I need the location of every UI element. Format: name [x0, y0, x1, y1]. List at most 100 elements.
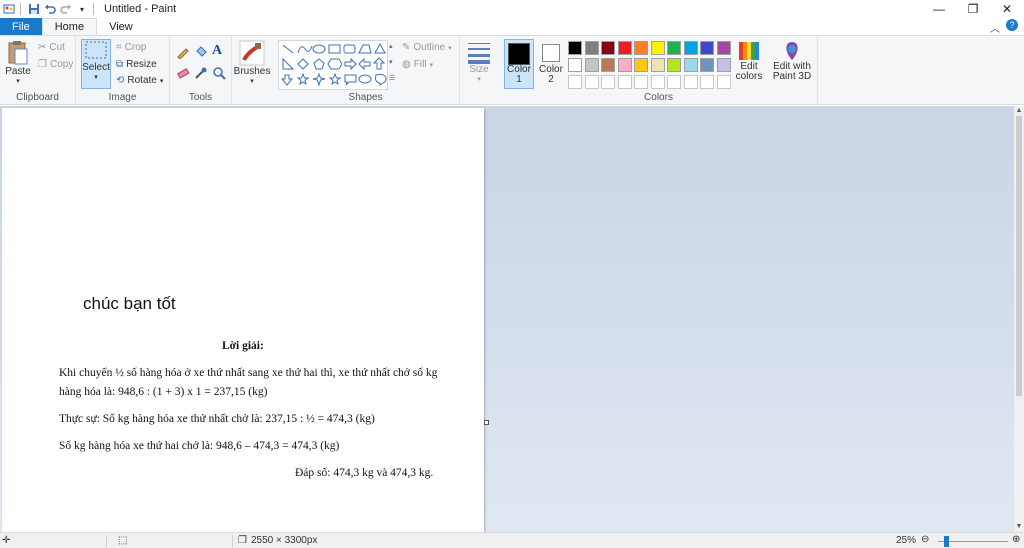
- fill-icon: ◍: [402, 59, 411, 70]
- size-button[interactable]: Size ▾: [462, 40, 496, 83]
- color-wheel-icon: [739, 42, 759, 60]
- magnifier-icon[interactable]: [212, 66, 226, 83]
- zoom-slider-thumb[interactable]: [944, 536, 949, 547]
- paste-button[interactable]: Paste ▾: [4, 40, 32, 85]
- palette-swatch[interactable]: [716, 58, 731, 72]
- color-picker-icon[interactable]: [194, 66, 208, 83]
- size-label: Size: [469, 64, 489, 75]
- rotate-icon: ⟲: [116, 75, 125, 86]
- palette-swatch-empty[interactable]: [584, 75, 599, 89]
- zoom-in-icon[interactable]: ⊕: [1012, 534, 1020, 545]
- brushes-button[interactable]: Brushes ▾: [234, 40, 270, 85]
- crop-icon: ⌗: [116, 42, 122, 53]
- shapes-group-label: Shapes: [348, 92, 383, 103]
- palette-swatch[interactable]: [568, 41, 582, 55]
- shapes-gallery[interactable]: [278, 40, 388, 90]
- tab-file[interactable]: File: [0, 18, 42, 35]
- color2-button[interactable]: Color 2: [538, 39, 564, 89]
- palette-swatch[interactable]: [683, 41, 698, 55]
- close-icon[interactable]: ✕: [990, 0, 1024, 18]
- resize-button[interactable]: ⧉ Resize: [116, 57, 157, 72]
- text-tool-icon[interactable]: A: [212, 43, 222, 59]
- quick-access-toolbar: ▾: [0, 0, 98, 18]
- scroll-up-arrow-icon[interactable]: ▲: [1014, 106, 1024, 116]
- color1-button[interactable]: Color 1: [504, 39, 534, 89]
- canvas-workspace[interactable]: chúc bạn tốt Lời giải: Khi chuyển ½ số h…: [0, 106, 1014, 532]
- palette-swatch[interactable]: [617, 58, 632, 72]
- divider: [93, 3, 94, 15]
- scrollbar-thumb[interactable]: [1016, 116, 1022, 396]
- scroll-down-arrow-icon[interactable]: ▼: [1014, 522, 1024, 532]
- scroll-up-icon[interactable]: ▴: [389, 42, 393, 50]
- shapes-group: ▴ ▾ ☰ ✎ Outline ▾ ◍ Fill ▾ Shapes: [272, 36, 460, 104]
- palette-swatch-empty[interactable]: [634, 75, 648, 89]
- crop-button[interactable]: ⌗ Crop: [116, 40, 146, 55]
- edit-colors-label: Edit colors: [735, 61, 763, 82]
- edit-colors-button[interactable]: Edit colors: [734, 40, 764, 82]
- palette-swatch-empty[interactable]: [650, 75, 665, 89]
- undo-icon[interactable]: [43, 2, 57, 16]
- save-icon[interactable]: [27, 2, 41, 16]
- palette-swatch-empty[interactable]: [700, 75, 714, 89]
- palette-swatch-empty[interactable]: [617, 75, 632, 89]
- solution-line-1: Khi chuyển ½ số hàng hóa ở xe thứ nhất s…: [59, 367, 438, 379]
- color1-swatch: [508, 43, 530, 65]
- color2-label: Color 2: [539, 64, 563, 85]
- edit-paint3d-button[interactable]: Edit with Paint 3D: [772, 40, 812, 82]
- fill-button[interactable]: ◍ Fill ▾: [402, 57, 433, 72]
- palette-swatch[interactable]: [601, 41, 615, 55]
- palette-swatch-empty[interactable]: [601, 75, 615, 89]
- scroll-down-icon[interactable]: ▾: [389, 58, 393, 66]
- drawing-canvas[interactable]: chúc bạn tốt Lời giải: Khi chuyển ½ số h…: [2, 108, 484, 532]
- tab-home[interactable]: Home: [41, 18, 98, 35]
- copy-button[interactable]: ❐ Copy: [38, 57, 73, 72]
- restore-icon[interactable]: ❐: [956, 0, 990, 18]
- palette-swatch[interactable]: [584, 58, 599, 72]
- scissors-icon: ✂: [38, 42, 47, 53]
- chevron-down-icon: ▾: [250, 78, 254, 85]
- palette-swatch[interactable]: [568, 58, 582, 72]
- palette-swatch[interactable]: [667, 41, 681, 55]
- minimize-icon[interactable]: —: [922, 0, 956, 18]
- customize-dropdown-icon[interactable]: ▾: [75, 2, 89, 16]
- chevron-down-icon: ▾: [477, 76, 481, 83]
- zoom-out-icon[interactable]: ⊖: [921, 534, 929, 545]
- status-bar: ✛ ⬚ ❐ 2550 × 3300px 25% ⊖ ⊕: [0, 532, 1024, 548]
- vertical-scrollbar[interactable]: ▲ ▼: [1014, 106, 1024, 532]
- select-button[interactable]: Select ▾: [81, 39, 111, 89]
- palette-swatch[interactable]: [650, 58, 665, 72]
- paste-label: Paste: [5, 66, 31, 77]
- cursor-position-icon: ✛: [2, 535, 11, 546]
- palette-swatch[interactable]: [683, 58, 698, 72]
- solution-line-2: hàng hóa là: 948,6 : (1 + 3) x 1 = 237,1…: [59, 386, 268, 398]
- pencil-icon[interactable]: [176, 45, 190, 62]
- palette-swatch-empty[interactable]: [716, 75, 731, 89]
- palette-swatch-empty[interactable]: [683, 75, 698, 89]
- palette-swatch[interactable]: [601, 58, 615, 72]
- outline-button[interactable]: ✎ Outline ▾: [402, 40, 452, 55]
- redo-icon[interactable]: [59, 2, 73, 16]
- cut-button[interactable]: ✂ Cut: [38, 40, 65, 55]
- shapes-gallery-icons: [280, 42, 387, 87]
- palette-swatch[interactable]: [650, 41, 665, 55]
- paint-app-icon[interactable]: [2, 2, 16, 16]
- palette-swatch-empty[interactable]: [667, 75, 681, 89]
- fill-bucket-icon[interactable]: [194, 45, 208, 62]
- paint3d-icon: [786, 42, 798, 60]
- tab-view[interactable]: View: [97, 18, 145, 35]
- palette-swatch[interactable]: [667, 58, 681, 72]
- palette-swatch[interactable]: [700, 58, 714, 72]
- palette-swatch[interactable]: [634, 58, 648, 72]
- palette-swatch-empty[interactable]: [568, 75, 582, 89]
- expand-gallery-icon[interactable]: ☰: [389, 74, 395, 82]
- collapse-ribbon-icon[interactable]: ︿: [990, 20, 1000, 35]
- palette-swatch[interactable]: [700, 41, 714, 55]
- palette-swatch[interactable]: [716, 41, 731, 55]
- eraser-icon[interactable]: [176, 66, 190, 83]
- palette-swatch[interactable]: [584, 41, 599, 55]
- palette-swatch[interactable]: [634, 41, 648, 55]
- canvas-resize-handle[interactable]: [484, 420, 489, 425]
- help-icon[interactable]: ?: [1006, 19, 1018, 31]
- rotate-button[interactable]: ⟲ Rotate ▾: [116, 73, 163, 88]
- palette-swatch[interactable]: [617, 41, 632, 55]
